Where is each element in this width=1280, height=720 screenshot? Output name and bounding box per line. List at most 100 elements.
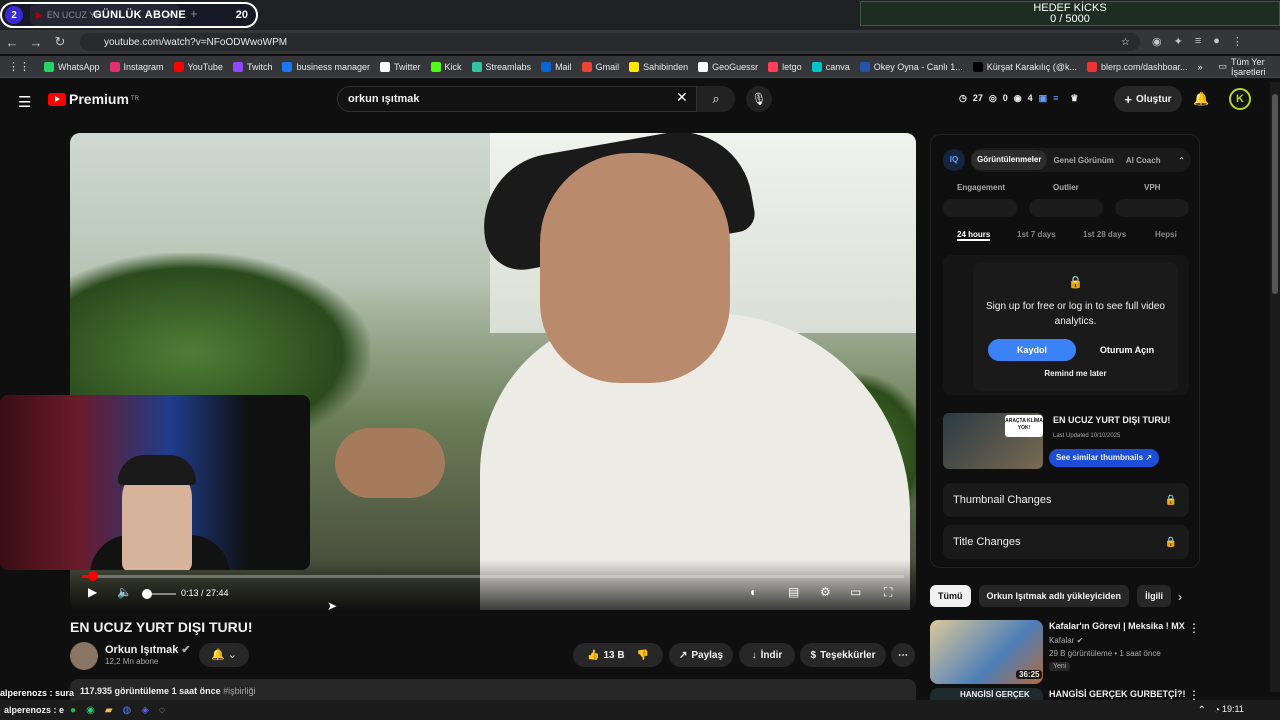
tab-ai-coach[interactable]: AI Coach [1120, 156, 1167, 165]
settings-gear-icon[interactable]: ⚙ [820, 585, 831, 599]
chevron-right-icon[interactable]: › [1178, 590, 1182, 604]
progress-scrubber[interactable] [87, 571, 98, 581]
search-button[interactable]: ⌕ [697, 86, 735, 112]
chip-from-uploader[interactable]: Orkun Işıtmak adlı yükleyiciden [978, 585, 1130, 607]
dislike-button[interactable]: 👎 [637, 650, 649, 661]
recommendation-title[interactable]: HANGİSİ GERÇEK GURBETÇİ?! [1049, 689, 1186, 699]
bookmark-item[interactable]: YouTube [173, 61, 223, 72]
bookmark-item[interactable]: GeoGuessr [698, 61, 758, 72]
profile-icon[interactable]: ● [1213, 35, 1220, 48]
verified-icon: ✔ [181, 644, 191, 656]
channel-avatar[interactable] [70, 642, 98, 670]
microphone-icon: 🎙 [751, 92, 767, 106]
bookmark-item[interactable]: blerp.com/dashboar... [1086, 61, 1188, 72]
range-7d[interactable]: 1st 7 days [1017, 230, 1056, 239]
play-icon[interactable]: ▶ [88, 585, 97, 599]
subtitles-icon[interactable]: ▤ [788, 585, 799, 599]
collapse-chevron-icon[interactable]: ⌃ [1172, 156, 1191, 165]
bookmarks-more[interactable]: » [1198, 62, 1203, 72]
avatar[interactable]: K [1229, 88, 1251, 110]
reading-list-icon[interactable]: ≡ [1195, 35, 1201, 48]
volume-slider[interactable] [142, 589, 176, 599]
whatsapp-icon[interactable]: ◉ [86, 705, 95, 716]
download-button[interactable]: ↓ İndir [739, 643, 795, 667]
obs-icon[interactable]: ◌ [159, 705, 165, 716]
recommendation-channel[interactable]: Kafalar ✔ [1049, 636, 1083, 645]
bookmark-item[interactable]: Twitter [380, 61, 421, 72]
bookmark-item[interactable]: Mail [541, 61, 572, 72]
bookmark-item[interactable]: canva [811, 61, 850, 72]
trophy-icon[interactable]: ♛ [1070, 93, 1078, 104]
bookmark-item[interactable]: Streamlabs [471, 61, 531, 72]
voice-search-button[interactable]: 🎙 [746, 86, 772, 112]
url-field[interactable]: youtube.com/watch?v=NFoODWwoWPM ☆ [80, 33, 1140, 51]
list-icon[interactable]: ≡ [1053, 93, 1058, 104]
thumbnail-changes-row[interactable]: Thumbnail Changes 🔒 [943, 483, 1189, 517]
notifications-bell-icon[interactable]: 🔔 [1193, 91, 1209, 107]
discord-icon[interactable]: ◈ [141, 705, 149, 716]
bookmark-favicon-icon [972, 61, 983, 72]
chip-all[interactable]: Tümü [930, 585, 971, 607]
volume-icon[interactable]: 🔈 [117, 585, 132, 599]
login-button[interactable]: Oturum Açın [1083, 339, 1171, 361]
share-button[interactable]: ↗ Paylaş [669, 643, 733, 667]
bookmark-item[interactable]: Sahibinden [629, 61, 688, 72]
wifi-icon[interactable]: ◔ [1214, 705, 1220, 716]
reload-icon[interactable]: ↻ [48, 34, 72, 50]
youtube-premium-logo[interactable]: Premium TR [48, 91, 139, 107]
range-all[interactable]: Hepsi [1155, 230, 1177, 239]
autoplay-toggle-icon[interactable]: ◐ [750, 585, 757, 599]
bookmark-item[interactable]: Twitch [232, 61, 272, 72]
hamburger-menu-icon[interactable]: ☰ [18, 93, 31, 111]
title-changes-row[interactable]: Title Changes 🔒 [943, 525, 1189, 559]
search-input[interactable]: orkun ışıtmak [337, 86, 697, 112]
puzzle-icon[interactable]: ✦ [1174, 35, 1183, 48]
clear-search-icon[interactable]: ✕ [676, 89, 688, 106]
chip-related[interactable]: İlgili [1137, 585, 1172, 607]
range-24h[interactable]: 24 hours [957, 230, 991, 241]
tray-chevron-icon[interactable]: ⌃ [1198, 705, 1206, 716]
range-28d[interactable]: 1st 28 days [1083, 230, 1126, 239]
similar-thumbnails-button[interactable]: See similar thumbnails ↗ [1049, 449, 1159, 467]
all-bookmarks[interactable]: Tüm Yer İşaretleri [1231, 57, 1270, 77]
hashtag[interactable]: #işbirliği [223, 686, 256, 696]
bookmark-item[interactable]: letgo [768, 61, 802, 72]
subscription-bell-button[interactable]: 🔔 ⌄ [199, 643, 249, 667]
bookmark-star-icon[interactable]: ☆ [1121, 37, 1130, 48]
bookmark-item[interactable]: business manager [282, 61, 370, 72]
signup-button[interactable]: Kaydol [988, 339, 1076, 361]
extension-icon[interactable]: ◉ [1152, 35, 1162, 48]
bookmark-item[interactable]: WhatsApp [44, 61, 100, 72]
scrollbar-thumb[interactable] [1272, 94, 1278, 294]
bookmark-item[interactable]: Gmail [581, 61, 619, 72]
more-actions-button[interactable]: ⋯ [891, 643, 915, 667]
remind-later-link[interactable]: Remind me later [973, 369, 1178, 378]
tab-views[interactable]: Görüntülenmeler [971, 150, 1048, 170]
chrome-icon[interactable]: ◍ [123, 705, 132, 716]
tab-overview[interactable]: Genel Görünüm [1047, 156, 1119, 165]
thanks-button[interactable]: $ Teşekkürler [800, 643, 886, 667]
like-button[interactable]: 👍 13 B [587, 650, 625, 661]
bookmark-item[interactable]: Instagram [109, 61, 164, 72]
progress-bar[interactable] [82, 575, 904, 578]
fullscreen-icon[interactable]: ⛶ [884, 585, 892, 600]
recommendation-title[interactable]: Kafalar'ın Görevi | Meksika ! MX [1049, 621, 1185, 631]
overlay-title: GÜNLÜK ABONE [93, 9, 187, 21]
file-explorer-icon[interactable]: ▰ [105, 705, 113, 716]
browser-menu-icon[interactable]: ⋮ [1232, 35, 1243, 48]
create-button[interactable]: + Oluştur [1114, 86, 1182, 112]
theater-mode-icon[interactable]: ▭ [850, 585, 861, 599]
page-scrollbar[interactable] [1270, 82, 1280, 692]
channel-name[interactable]: Orkun Işıtmak ✔ [105, 643, 191, 656]
back-icon[interactable]: ← [0, 35, 24, 50]
webcam-person-hair [118, 455, 196, 485]
analytics-icon[interactable]: ▣ [1039, 93, 1048, 104]
bookmark-item[interactable]: Kick [430, 61, 462, 72]
forward-icon[interactable]: → [24, 35, 48, 50]
spotify-icon[interactable]: ● [70, 705, 76, 716]
bookmark-item[interactable]: Okey Oyna - Canlı 1... [859, 61, 963, 72]
recommendation-menu-icon[interactable]: ⋮ [1188, 621, 1200, 635]
chat-line: alperenozs : sura [0, 688, 75, 698]
bookmark-item[interactable]: Kürşat Karakılıç (@k... [972, 61, 1077, 72]
apps-grid-icon[interactable]: ⋮⋮ [8, 60, 30, 73]
